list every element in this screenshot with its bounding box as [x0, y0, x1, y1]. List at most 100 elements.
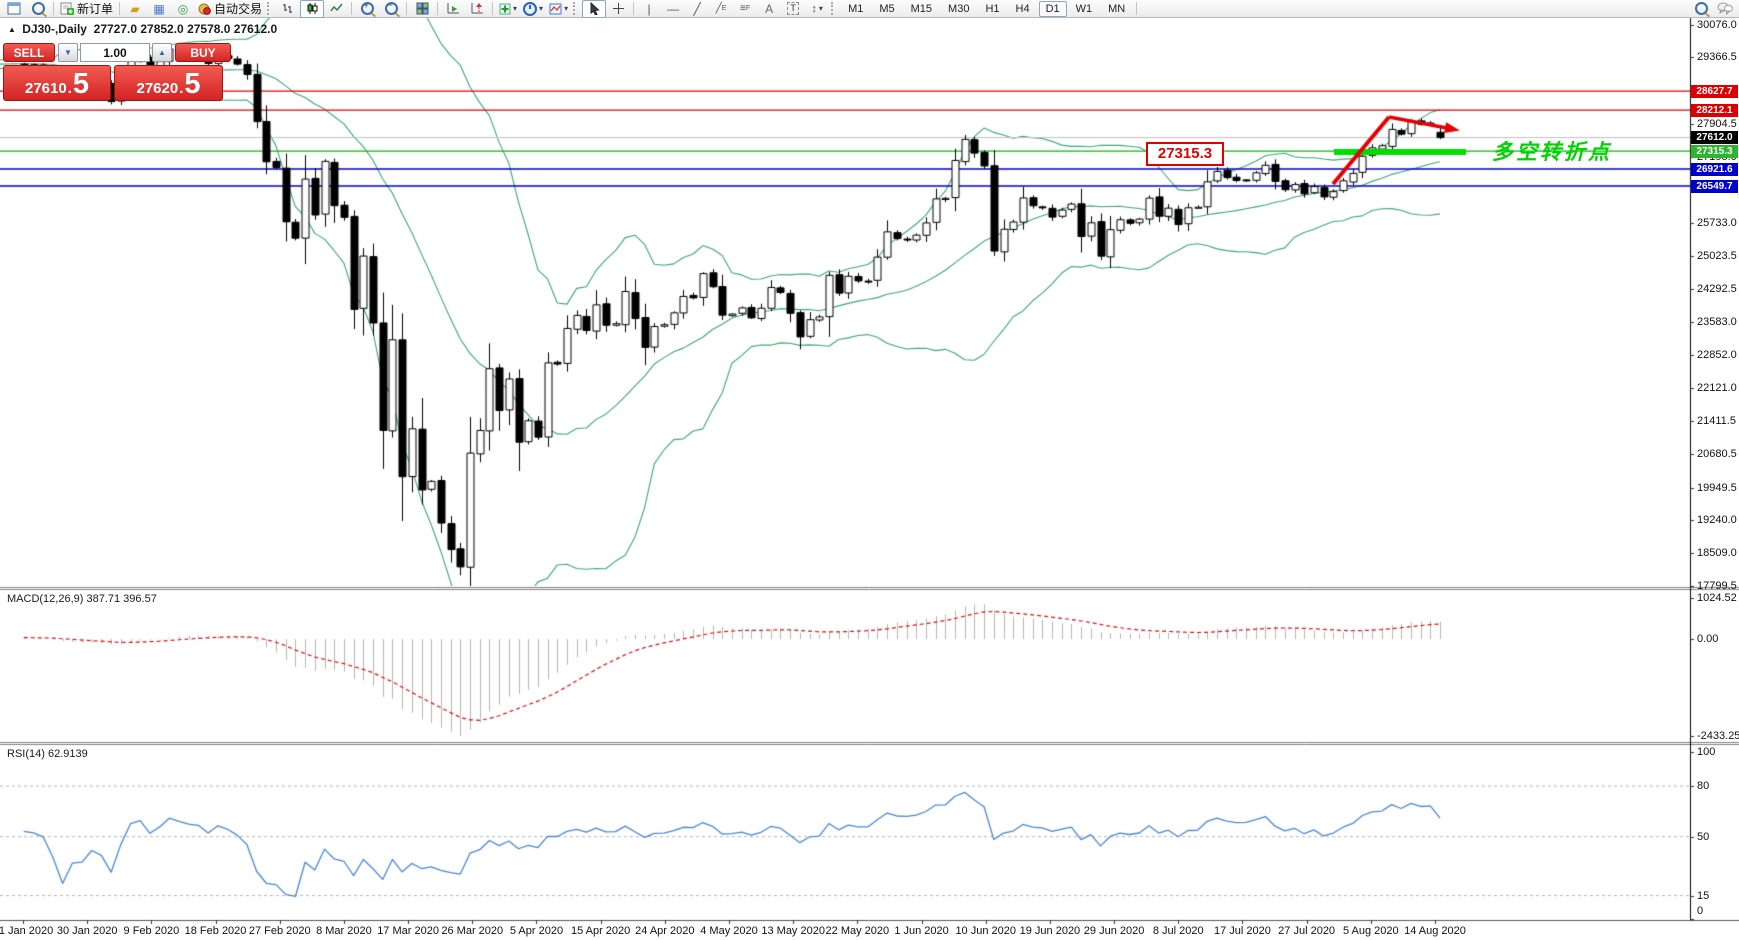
periods-button[interactable]: ▾	[520, 0, 546, 18]
buy-price-button[interactable]: 27620.5	[114, 65, 223, 101]
volume-input[interactable]: 1.00	[80, 43, 150, 62]
search-icon[interactable]	[1689, 0, 1713, 18]
ohlc-readout: 27727.0 27852.0 27578.0 27612.0	[94, 22, 278, 36]
price-tick-label: 18509.0	[1697, 547, 1737, 559]
autotrade-icon	[198, 2, 211, 15]
timeframe-button-D1[interactable]: D1	[1039, 1, 1067, 17]
price-annotation[interactable]: 27315.3	[1146, 142, 1224, 166]
clock-icon	[523, 2, 537, 16]
auto-trading-label: 自动交易	[214, 0, 262, 17]
template-icon	[549, 3, 562, 15]
macd-tick-label: -2433.25	[1697, 730, 1739, 742]
new-order-button[interactable]: 新订单	[57, 0, 116, 18]
price-badge: 27612.0	[1691, 131, 1738, 144]
price-tick-label: 23583.0	[1697, 316, 1737, 328]
indicators-button[interactable]: ▾	[496, 0, 520, 18]
rsi-tick-label: 80	[1697, 780, 1709, 792]
symbol-period-label: DJ30-,Daily	[22, 22, 87, 36]
buy-price-frac: 5	[184, 71, 200, 97]
timeframe-button-M30[interactable]: M30	[941, 1, 976, 17]
volume-decrease-button[interactable]: ▼	[58, 43, 78, 62]
bar-chart-type-icon[interactable]	[276, 0, 300, 18]
zoom-out-icon[interactable]: −	[379, 0, 403, 18]
buy-button[interactable]: BUY	[175, 43, 231, 62]
price-badge: 28627.7	[1691, 85, 1738, 98]
arrows-tool-button[interactable]: ↕▾	[805, 0, 829, 18]
timeframe-button-H1[interactable]: H1	[978, 1, 1006, 17]
price-badge: 26549.7	[1691, 180, 1738, 193]
timeframe-button-M5[interactable]: M5	[872, 1, 901, 17]
price-tick-label: 21411.5	[1697, 415, 1736, 427]
tile-windows-icon[interactable]	[410, 0, 434, 18]
main-toolbar: 新订单 ▰ ▦ ◎ 自动交易 + − ▾ ▾ ▾ | — ╱ ╱E ≡F	[0, 0, 1739, 18]
timeframe-button-H4[interactable]: H4	[1009, 1, 1037, 17]
rsi-tick-label: 15	[1697, 890, 1709, 902]
macd-tick-label: 1024.52	[1697, 592, 1737, 604]
crosshair-tool-icon[interactable]	[606, 0, 630, 18]
sell-price-frac: 5	[73, 71, 89, 97]
macd-label: MACD(12,26,9) 387.71 396.57	[7, 593, 157, 605]
channel-tool-icon[interactable]: ╱E	[709, 0, 733, 18]
vertical-line-tool-icon[interactable]: |	[637, 0, 661, 18]
timeframe-button-M15[interactable]: M15	[904, 1, 939, 17]
sell-button[interactable]: SELL	[3, 43, 55, 62]
timeframe-button-MN[interactable]: MN	[1101, 1, 1132, 17]
price-tick-label: 22852.0	[1697, 349, 1737, 361]
price-tick-label: 25733.0	[1697, 217, 1737, 229]
chart-canvas[interactable]	[0, 0, 1739, 940]
price-tick-label: 22121.0	[1697, 382, 1737, 394]
indicator-plus-icon	[499, 3, 511, 15]
price-tick-label: 17799.5	[1697, 580, 1737, 592]
timeframe-bar: M1M5M15M30H1H4D1W1MN	[840, 1, 1133, 17]
sell-price-int: 27610	[25, 80, 67, 97]
publisher-icon[interactable]: ▦	[147, 0, 171, 18]
turning-point-label[interactable]: 多空转折点	[1492, 136, 1612, 166]
text-label-tool-icon[interactable]: T	[781, 0, 805, 18]
candlestick-type-icon[interactable]	[300, 0, 324, 18]
one-click-trading-panel: SELL ▼ 1.00 ▲ BUY 27610.5 27620.5	[3, 43, 231, 101]
chart-shift-icon[interactable]	[465, 0, 489, 18]
rsi-tick-label: 100	[1697, 746, 1715, 758]
price-tick-label: 25023.5	[1697, 250, 1737, 262]
price-tick-label: 19949.5	[1697, 482, 1737, 494]
text-tool-icon[interactable]: A	[757, 0, 781, 18]
order-doc-icon	[60, 2, 74, 15]
auto-trading-button[interactable]: 自动交易	[195, 0, 265, 18]
price-tick-label: 29366.5	[1697, 51, 1737, 63]
rsi-value: 62.9139	[48, 748, 88, 760]
timeframe-button-M1[interactable]: M1	[841, 1, 870, 17]
rsi-tick-label: 0	[1697, 905, 1703, 917]
fibonacci-tool-icon[interactable]: ≡F	[733, 0, 757, 18]
templates-button[interactable]: ▾	[546, 0, 571, 18]
price-badge: 26921.6	[1691, 163, 1738, 176]
trendline-tool-icon[interactable]: ╱	[685, 0, 709, 18]
timeframe-button-W1[interactable]: W1	[1069, 1, 1100, 17]
price-tick-label: 24292.5	[1697, 283, 1737, 295]
market-watch-icon[interactable]: ▰	[123, 0, 147, 18]
trading-terminal: 新订单 ▰ ▦ ◎ 自动交易 + − ▾ ▾ ▾ | — ╱ ╱E ≡F	[0, 0, 1739, 940]
line-chart-type-icon[interactable]	[324, 0, 348, 18]
volume-increase-button[interactable]: ▲	[152, 43, 172, 62]
chat-icon[interactable]	[1713, 0, 1737, 18]
price-tick-label: 30076.0	[1697, 19, 1737, 31]
signals-icon[interactable]: ◎	[171, 0, 195, 18]
price-badge: 27315.3	[1691, 145, 1738, 158]
rsi-tick-label: 50	[1697, 831, 1709, 843]
horizontal-line-tool-icon[interactable]: —	[661, 0, 685, 18]
date-label: 14 Aug 2020	[1395, 925, 1475, 937]
macd-tick-label: 0.00	[1697, 633, 1718, 645]
price-tick-label: 19240.0	[1697, 514, 1737, 526]
macd-values: 387.71 396.57	[86, 593, 156, 605]
scroll-to-end-icon[interactable]	[441, 0, 465, 18]
zoom-in-icon[interactable]: +	[355, 0, 379, 18]
chart-profiles-icon[interactable]	[26, 0, 50, 18]
sell-price-button[interactable]: 27610.5	[3, 65, 111, 101]
cursor-tool-icon[interactable]	[582, 0, 606, 18]
rsi-label: RSI(14) 62.9139	[7, 748, 88, 760]
symbol-triangle-icon: ▲	[8, 25, 16, 34]
new-chart-icon[interactable]	[2, 0, 26, 18]
price-badge: 28212.1	[1691, 104, 1738, 117]
price-tick-label: 27904.5	[1697, 118, 1737, 130]
chart-title: ▲ DJ30-,Daily 27727.0 27852.0 27578.0 27…	[8, 22, 277, 36]
new-order-label: 新订单	[77, 0, 113, 17]
